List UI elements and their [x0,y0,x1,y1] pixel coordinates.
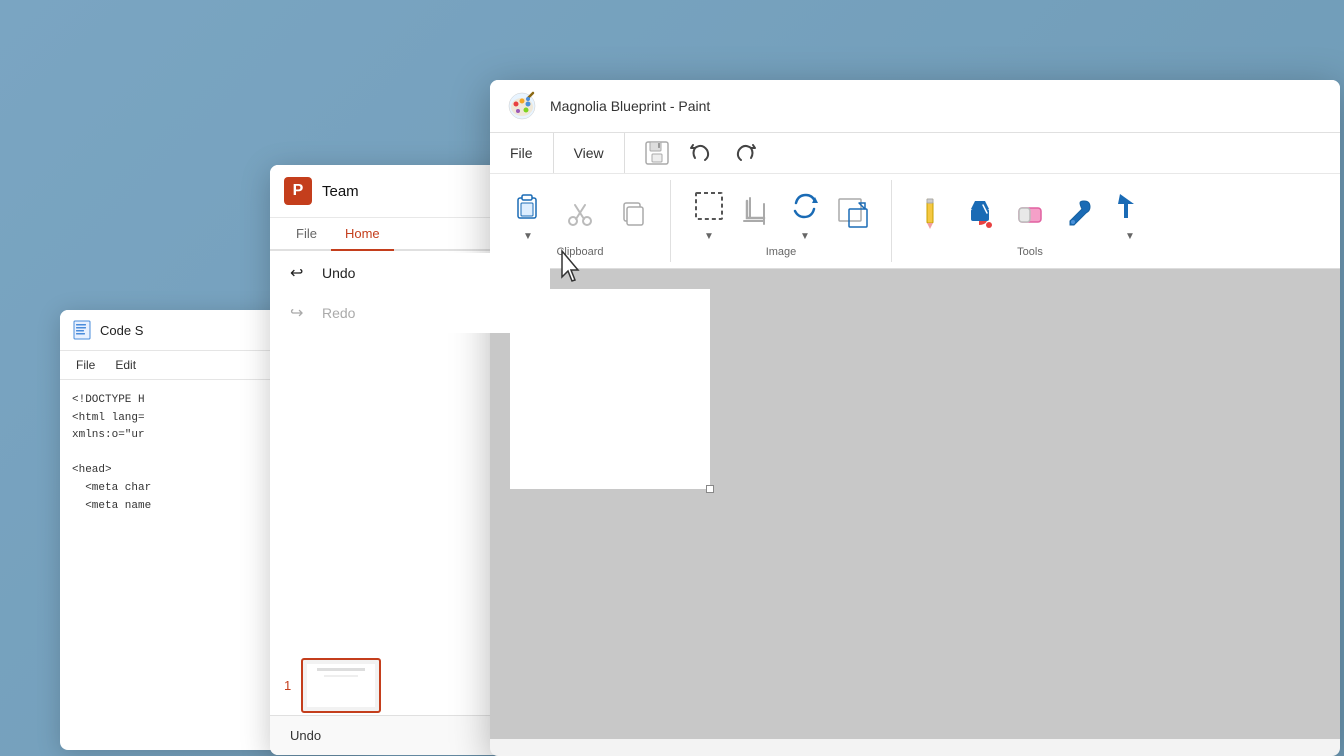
ribbon-file-btn[interactable]: File [490,133,553,173]
select-btn[interactable] [687,184,731,228]
redo-icon: ↪ [290,303,310,323]
tools-label: Tools [1017,242,1043,258]
paint-ribbon: File View [490,133,1340,269]
tools-items: ▼ [908,184,1152,242]
image-label: Image [766,242,797,258]
eraser-icon [1015,198,1045,228]
select-color-chevron: ▼ [1125,231,1135,242]
paint-titlebar: Magnolia Blueprint - Paint [490,80,1340,133]
rotate-chevron: ▼ [800,231,810,242]
ribbon-image-group: ▼ [671,180,892,262]
ribbon-actions [625,133,777,173]
paste-tool: ▼ [506,184,550,242]
fill-tool [958,191,1002,235]
ppt-undo-item[interactable]: ↩ Undo [270,253,550,293]
eraser-tool [1008,191,1052,235]
slide-thumb-inner [307,664,375,707]
ppt-redo-item[interactable]: ↪ Redo [270,293,550,333]
copy-icon [618,197,646,229]
slide-thumb [301,658,381,713]
slide-number: 1 [284,678,291,693]
redo-icon [732,140,758,166]
select-arrow-icon [1116,190,1144,222]
pencil-btn[interactable] [908,191,952,235]
undo-label: Undo [322,265,355,281]
select-chevron: ▼ [704,231,714,242]
cut-tool [558,191,602,235]
ribbon-top: File View [490,133,1340,174]
select-color-btn[interactable] [1108,184,1152,228]
rotate-tool: ▼ [783,184,827,242]
cut-icon [565,195,595,231]
crop-tool [735,191,779,235]
cut-btn[interactable] [558,191,602,235]
notepad-title: Code S [100,323,143,338]
paste-icon [510,188,546,224]
paint-app-icon [506,90,538,122]
ribbon-redo-btn[interactable] [725,133,765,173]
crop-icon [742,196,772,230]
notepad-menu-file[interactable]: File [68,355,103,375]
paint-canvas[interactable] [490,269,1340,739]
clipboard-tools: ▼ [506,184,654,242]
ribbon-clipboard-group: ▼ [490,180,671,262]
ribbon-tools-group: ▼ Tools [892,180,1168,262]
ribbon-tools-row: ▼ [490,174,1340,268]
select-icon [692,189,726,223]
clipboard-label: Clipboard [556,242,603,258]
save-icon [644,140,670,166]
ribbon-undo-btn[interactable] [681,133,721,173]
paste-btn[interactable] [506,184,550,228]
select-color-tool: ▼ [1108,184,1152,242]
ribbon-view-btn[interactable]: View [554,133,624,173]
eyedropper-icon [1066,197,1094,229]
eraser-btn[interactable] [1008,191,1052,235]
ppt-tab-file[interactable]: File [282,218,331,249]
fill-btn[interactable] [958,191,1002,235]
notepad-icon [72,320,92,340]
eyedropper-btn[interactable] [1058,191,1102,235]
fill-icon [965,195,995,231]
copy-btn[interactable] [610,191,654,235]
paste-chevron: ▼ [523,231,533,242]
select-tool: ▼ [687,184,731,242]
notepad-menu-edit[interactable]: Edit [107,355,144,375]
paint-title: Magnolia Blueprint - Paint [550,98,710,114]
rotate-btn[interactable] [783,184,827,228]
image-tools: ▼ [687,184,875,242]
ppt-dropdown: ↩ Undo ↪ Redo [270,253,550,333]
crop-btn[interactable] [735,191,779,235]
canvas-handle[interactable] [706,485,714,493]
ppt-tab-home[interactable]: Home [331,218,394,251]
copy-tool [610,191,654,235]
paint-window: Magnolia Blueprint - Paint File View [490,80,1340,756]
resize-btn[interactable] [831,191,875,235]
ribbon-save-btn[interactable] [637,133,677,173]
pencil-tool [908,191,952,235]
ppt-app-icon: P [284,177,312,205]
undo-icon [688,140,714,166]
resize-icon [837,197,869,229]
pencil-icon [915,195,945,231]
redo-label: Redo [322,305,355,321]
ppt-title: Team [322,183,359,200]
rotate-icon [790,191,820,221]
resize-tool [831,191,875,235]
eyedropper-tool [1058,191,1102,235]
undo-icon: ↩ [290,263,310,283]
